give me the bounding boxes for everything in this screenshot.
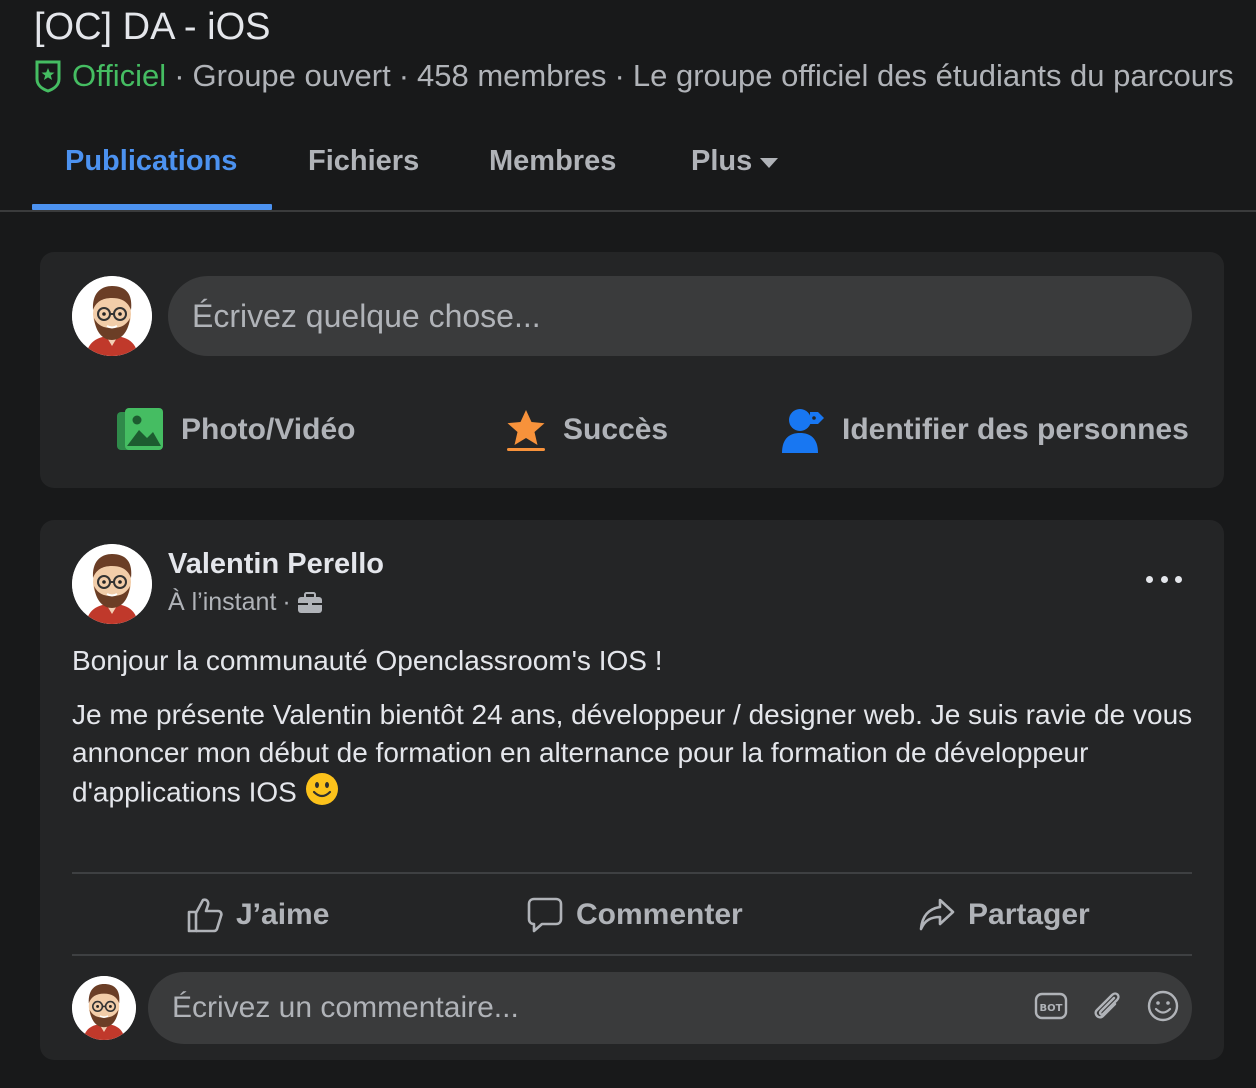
author-avatar[interactable] — [72, 544, 152, 624]
comment-button[interactable]: Commenter — [526, 884, 743, 946]
post-timestamp[interactable]: À l’instant — [168, 588, 276, 617]
star-success-icon — [505, 408, 547, 452]
comment-icon — [526, 896, 564, 934]
tab-publications[interactable]: Publications — [65, 112, 237, 210]
avatar[interactable] — [72, 276, 152, 356]
tab-plus-label: Plus — [691, 144, 753, 177]
group-privacy: Groupe ouvert — [192, 58, 391, 93]
tab-membres[interactable]: Membres — [489, 112, 616, 210]
group-meta: Officiel · Groupe ouvert · 458 membres ·… — [34, 58, 1256, 94]
thumbs-up-icon — [186, 896, 224, 934]
official-label[interactable]: Officiel — [72, 58, 166, 94]
official-shield-icon — [34, 59, 62, 93]
comment-input[interactable]: Écrivez un commentaire... BOT — [148, 972, 1192, 1044]
like-label: J’aime — [236, 898, 330, 931]
comment-label: Commenter — [576, 898, 743, 931]
group-description: Le groupe officiel des étudiants du parc… — [632, 58, 1234, 93]
more-dot — [1146, 575, 1153, 583]
meta-separator: · — [282, 588, 291, 616]
more-dot — [1160, 575, 1168, 583]
photo-video-button[interactable]: Photo/Vidéo — [115, 402, 355, 458]
more-dot — [1175, 575, 1182, 583]
share-button[interactable]: Partager — [918, 884, 1090, 946]
tab-fichiers[interactable]: Fichiers — [308, 112, 419, 210]
svg-text:BOT: BOT — [1040, 1003, 1063, 1014]
comment-tools: BOT — [1034, 988, 1180, 1024]
caret-down-icon — [760, 157, 779, 168]
photo-video-label: Photo/Vidéo — [181, 413, 356, 446]
bot-icon[interactable]: BOT — [1034, 988, 1068, 1024]
group-members-count[interactable]: 458 membres — [417, 58, 607, 94]
post-body: Bonjour la communauté Openclassroom's IO… — [72, 642, 1202, 832]
post-composer: Écrivez quelque chose... Photo/Vidéo Suc… — [40, 252, 1224, 488]
photo-video-icon — [115, 406, 165, 454]
success-button[interactable]: Succès — [505, 402, 668, 458]
meta-separator: · — [174, 58, 185, 93]
tag-people-icon — [780, 406, 826, 454]
tag-people-label: Identifier des personnes — [842, 413, 1189, 446]
paperclip-icon[interactable] — [1090, 988, 1124, 1024]
smile-emoji-icon — [305, 772, 339, 816]
share-icon — [918, 896, 956, 934]
meta-separator: · — [398, 58, 410, 93]
meta-separator: · — [614, 58, 625, 93]
comment-placeholder: Écrivez un commentaire... — [172, 991, 519, 1024]
post-paragraph-text: Je me présente Valentin bientôt 24 ans, … — [72, 699, 1193, 808]
briefcase-icon — [297, 591, 323, 615]
tab-plus[interactable]: Plus — [691, 112, 779, 210]
tag-people-button[interactable]: Identifier des personnes — [780, 402, 1189, 458]
more-options-button[interactable] — [1140, 564, 1188, 594]
divider — [72, 872, 1192, 874]
post-card: Valentin Perello À l’instant · Bonjour l… — [40, 520, 1224, 1060]
divider — [72, 954, 1192, 956]
group-title: [OC] DA - iOS — [34, 6, 271, 48]
post-author-name[interactable]: Valentin Perello — [168, 548, 384, 581]
like-button[interactable]: J’aime — [186, 884, 329, 946]
group-tabs: Publications Fichiers Membres Plus — [0, 112, 1256, 212]
composer-input[interactable]: Écrivez quelque chose... — [168, 276, 1192, 356]
share-label: Partager — [968, 898, 1090, 931]
post-paragraph: Bonjour la communauté Openclassroom's IO… — [72, 645, 663, 676]
active-tab-indicator — [32, 204, 272, 210]
success-label: Succès — [563, 413, 669, 446]
commenter-avatar[interactable] — [72, 976, 136, 1040]
post-meta: À l’instant · — [168, 588, 323, 617]
post-paragraph: Je me présente Valentin bientôt 24 ans, … — [72, 696, 1202, 816]
smiley-icon[interactable] — [1146, 988, 1180, 1024]
